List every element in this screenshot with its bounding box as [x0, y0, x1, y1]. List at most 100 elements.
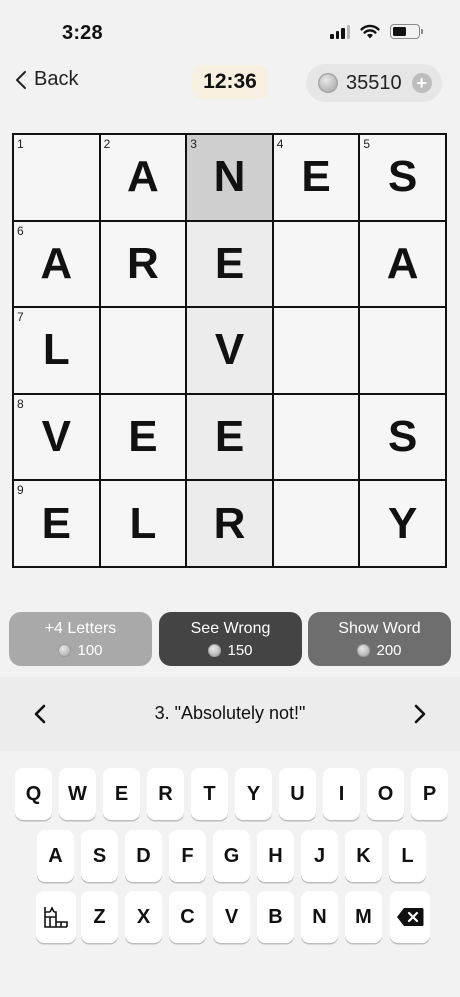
- cell-letter: L: [42, 325, 70, 375]
- cell-letter: S: [388, 152, 418, 202]
- grid-cell[interactable]: 4E: [273, 135, 359, 220]
- hint-label: Show Word: [338, 619, 421, 637]
- grid-cell[interactable]: E: [187, 394, 272, 480]
- key-j[interactable]: J: [301, 830, 338, 882]
- key-e[interactable]: E: [103, 768, 140, 820]
- grid-cell[interactable]: A: [360, 221, 445, 307]
- key-i[interactable]: I: [323, 768, 360, 820]
- cell-letter: E: [301, 152, 331, 202]
- clue-number: 9: [17, 483, 24, 498]
- coin-balance: 35510 +: [306, 64, 442, 102]
- status-icons: [330, 24, 423, 39]
- key-g[interactable]: G: [213, 830, 250, 882]
- grid-cell[interactable]: 1: [14, 135, 99, 220]
- crossword-grid: 12A3N4E5S6AREA7LV8VEES9ELRY: [12, 133, 447, 568]
- hint-cost-value: 150: [227, 641, 253, 659]
- hint-label: +4 Letters: [44, 619, 117, 637]
- key-p[interactable]: P: [411, 768, 448, 820]
- key-c[interactable]: C: [169, 891, 206, 943]
- cell-letter: R: [127, 238, 159, 288]
- status-bar: 3:28: [0, 0, 460, 62]
- chevron-right-icon: [414, 704, 426, 724]
- key-b[interactable]: B: [257, 891, 294, 943]
- backspace-key[interactable]: [390, 891, 430, 943]
- grid-cell[interactable]: Y: [360, 481, 445, 566]
- clue-number: 4: [276, 137, 284, 151]
- grid-cell[interactable]: 5S: [360, 135, 445, 220]
- timer: 12:36: [192, 65, 268, 99]
- grid-cell[interactable]: 7L: [14, 308, 99, 393]
- hint-buttons: +4 Letters 100 See Wrong 150 Show Word 2…: [9, 612, 451, 666]
- cell-letter: V: [41, 412, 71, 462]
- grid-cell[interactable]: [100, 308, 186, 393]
- grid-cell[interactable]: 3N: [187, 135, 272, 220]
- grid-cell[interactable]: 6A: [14, 221, 99, 307]
- grid-cell[interactable]: V: [187, 308, 272, 393]
- see-wrong-button[interactable]: See Wrong 150: [159, 612, 302, 666]
- add-letters-button[interactable]: +4 Letters 100: [9, 612, 152, 666]
- key-z[interactable]: Z: [81, 891, 118, 943]
- key-a[interactable]: A: [37, 830, 74, 882]
- grid-cell[interactable]: E: [187, 221, 272, 307]
- key-d[interactable]: D: [125, 830, 162, 882]
- grid-cell[interactable]: [273, 481, 359, 566]
- status-time: 3:28: [62, 22, 103, 44]
- cell-letter: V: [214, 325, 245, 375]
- cell-letter: E: [41, 498, 71, 548]
- grid-cell[interactable]: 8V: [14, 394, 99, 480]
- grid-cell[interactable]: [273, 394, 359, 480]
- key-q[interactable]: Q: [15, 768, 52, 820]
- grid-layout-icon: [44, 906, 68, 928]
- grid-cell[interactable]: 9E: [14, 481, 99, 566]
- backspace-icon: [397, 908, 424, 926]
- coin-icon: [208, 643, 222, 657]
- key-k[interactable]: K: [345, 830, 382, 882]
- back-label: Back: [34, 68, 79, 90]
- grid-cell[interactable]: [273, 221, 359, 307]
- key-x[interactable]: X: [125, 891, 162, 943]
- grid-cell[interactable]: [273, 308, 359, 393]
- wifi-icon: [360, 24, 380, 39]
- clue-number: 3: [190, 137, 197, 151]
- grid-cell[interactable]: R: [100, 221, 186, 307]
- hint-cost: 150: [208, 641, 253, 659]
- clue-number: 2: [103, 137, 111, 151]
- cell-letter: S: [388, 412, 418, 462]
- key-l[interactable]: L: [389, 830, 426, 882]
- grid-cell[interactable]: S: [360, 394, 445, 480]
- key-h[interactable]: H: [257, 830, 294, 882]
- clue-text: 3. "Absolutely not!": [154, 703, 306, 723]
- key-r[interactable]: R: [147, 768, 184, 820]
- back-button[interactable]: Back: [14, 68, 78, 91]
- coin-icon: [357, 643, 371, 657]
- grid-cell[interactable]: 2A: [100, 135, 186, 220]
- grid-cell[interactable]: L: [100, 481, 186, 566]
- key-o[interactable]: O: [367, 768, 404, 820]
- key-t[interactable]: T: [191, 768, 228, 820]
- coin-icon: [318, 73, 338, 93]
- key-y[interactable]: Y: [235, 768, 272, 820]
- key-s[interactable]: S: [81, 830, 118, 882]
- grid-cell[interactable]: [360, 308, 445, 393]
- previous-clue-button[interactable]: [28, 701, 52, 727]
- key-f[interactable]: F: [169, 830, 206, 882]
- add-coins-button[interactable]: +: [411, 73, 432, 93]
- cell-letter: A: [386, 238, 419, 288]
- clue-bar: 3. "Absolutely not!": [0, 677, 460, 751]
- grid-cell[interactable]: E: [100, 394, 186, 480]
- cell-letter: Y: [388, 498, 418, 548]
- clue-number: 6: [17, 223, 24, 238]
- show-word-button[interactable]: Show Word 200: [308, 612, 451, 666]
- cellular-signal-icon: [330, 24, 350, 39]
- next-clue-button[interactable]: [408, 701, 432, 727]
- grid-layout-key[interactable]: [36, 891, 76, 943]
- key-n[interactable]: N: [301, 891, 338, 943]
- hint-cost: 200: [357, 642, 402, 659]
- key-u[interactable]: U: [279, 768, 316, 820]
- key-v[interactable]: V: [213, 891, 250, 943]
- top-nav: Back 12:36 35510 +: [0, 62, 460, 104]
- cell-letter: L: [129, 498, 157, 548]
- key-w[interactable]: W: [59, 768, 96, 820]
- grid-cell[interactable]: R: [187, 481, 272, 566]
- key-m[interactable]: M: [345, 891, 382, 943]
